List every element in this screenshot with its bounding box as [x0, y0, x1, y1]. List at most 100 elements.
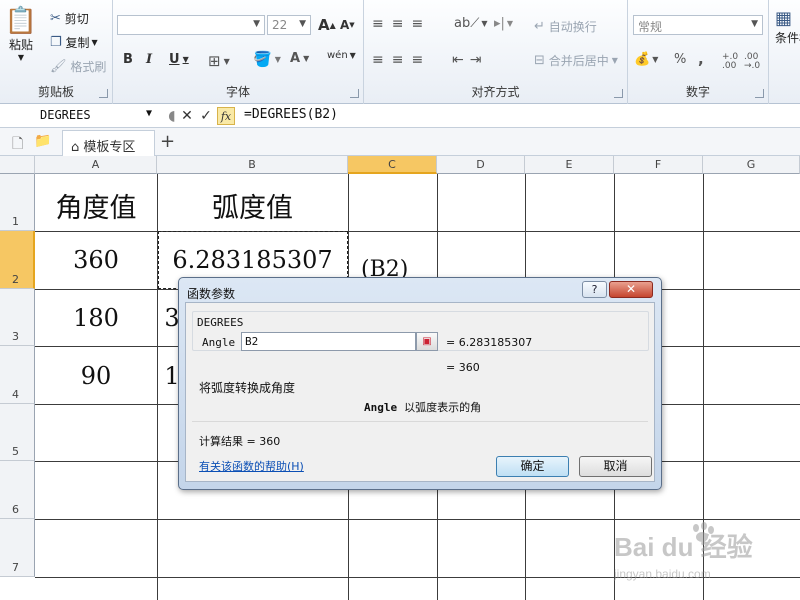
copy-button[interactable]: ❐ 复制 ▼: [50, 34, 98, 51]
row-header-2[interactable]: 2: [0, 231, 35, 289]
cell-a4[interactable]: 90: [35, 362, 157, 390]
number-format-value: 常规: [638, 20, 663, 34]
italic-icon: I: [146, 52, 153, 67]
border-grid-icon: ⊞: [208, 52, 221, 70]
comma-icon: ,: [698, 50, 704, 68]
dialog-launcher-icon[interactable]: [99, 89, 108, 98]
chevron-down-icon: ▼: [506, 19, 514, 28]
percent-button[interactable]: %: [674, 52, 686, 67]
dialog-launcher-icon[interactable]: [614, 89, 623, 98]
range-select-icon: ▣: [422, 336, 432, 347]
function-help-link[interactable]: 有关该函数的帮助(H): [199, 458, 304, 474]
grow-font-button[interactable]: A ▲: [318, 16, 336, 34]
underline-button[interactable]: U ▼: [169, 52, 189, 67]
orientation-button[interactable]: ab⟋ ▼: [454, 16, 487, 31]
select-all-corner[interactable]: [0, 156, 35, 174]
row-header-1[interactable]: 1: [0, 174, 35, 231]
fill-color-button[interactable]: 🪣 ▼: [253, 50, 281, 68]
bold-button[interactable]: B: [123, 52, 133, 67]
vertical-align-buttons[interactable]: ≡ ≡ ≡: [372, 16, 431, 32]
shrink-font-button[interactable]: A ▼: [340, 18, 355, 32]
column-header-d[interactable]: D: [437, 156, 525, 174]
paste-button[interactable]: 📋 粘贴 ▼: [4, 6, 38, 62]
row-header-7[interactable]: 7: [0, 519, 35, 577]
decrease-decimal-button[interactable]: .00 →.0: [744, 53, 764, 71]
conditional-format-button[interactable]: ▦ 条件格式: [775, 8, 800, 46]
horizontal-align-buttons[interactable]: ≡ ≡ ≡: [372, 52, 431, 68]
baidu-jingyan-watermark: Bai du 经验 jingyan.baidu.com: [613, 522, 753, 581]
cell-a1[interactable]: 角度值: [35, 186, 157, 225]
comma-button[interactable]: ,: [698, 50, 704, 68]
range-selector-button[interactable]: ▣: [416, 332, 438, 351]
column-label: E: [565, 158, 573, 171]
cancel-icon: ✕: [181, 108, 193, 124]
cell-b1[interactable]: 弧度值: [157, 186, 348, 225]
row-label: 4: [12, 388, 19, 401]
cell-a3[interactable]: 180: [35, 304, 157, 332]
increase-decimal-button[interactable]: +.0 .00: [722, 53, 742, 71]
number-format-combo[interactable]: 常规 ▼: [633, 15, 763, 35]
phonetic-button[interactable]: wén ▼: [327, 50, 356, 61]
font-group-label: 字体: [225, 85, 250, 99]
wrap-text-button[interactable]: ↵ 自动换行: [534, 18, 597, 35]
percent-icon: %: [674, 52, 687, 67]
formula-input[interactable]: =DEGREES(B2): [244, 107, 338, 122]
column-header-a[interactable]: A: [35, 156, 157, 174]
row-header-3[interactable]: 3: [0, 289, 35, 346]
clipboard-group-label: 剪贴板: [37, 85, 74, 99]
add-tab-button[interactable]: +: [160, 131, 175, 152]
cut-button[interactable]: ✂ 剪切: [50, 10, 89, 27]
paint-bucket-icon: 🪣: [253, 50, 272, 68]
ok-button[interactable]: 确定: [496, 456, 569, 477]
italic-button[interactable]: I: [146, 52, 152, 67]
font-size-combo[interactable]: 22 ▼: [267, 15, 311, 35]
function-name: DEGREES: [197, 316, 244, 329]
folder-icon[interactable]: 📁: [34, 133, 51, 149]
dialog-help-button[interactable]: ?: [582, 281, 607, 298]
row-header-5[interactable]: 5: [0, 404, 35, 461]
conditional-format-icon: ▦: [775, 8, 793, 29]
cancel-button[interactable]: 取消: [579, 456, 652, 477]
font-name-combo[interactable]: ▼: [117, 15, 265, 35]
rtl-button[interactable]: ▸| ▼: [494, 16, 513, 31]
format-painter-button[interactable]: 🖌 格式刷: [50, 58, 106, 75]
row-header-6[interactable]: 6: [0, 461, 35, 519]
calculation-result: 计算结果 = 360: [199, 435, 281, 448]
column-header-e[interactable]: E: [525, 156, 614, 174]
row-label: 5: [12, 445, 19, 458]
border-button[interactable]: ⊞ ▼: [208, 52, 230, 70]
font-color-button[interactable]: A ▼: [290, 51, 309, 66]
insert-function-button[interactable]: fx: [217, 107, 235, 125]
currency-button[interactable]: 💰 ▼: [634, 52, 658, 67]
column-header-b[interactable]: B: [157, 156, 348, 174]
decrease-indent-icon: ⇤: [452, 52, 470, 68]
chevron-down-icon: ▼: [223, 56, 230, 66]
bold-icon: B: [123, 52, 133, 67]
scissors-icon: ✂: [50, 11, 61, 26]
column-header-g[interactable]: G: [703, 156, 800, 174]
name-box[interactable]: DEGREES ▼: [4, 106, 154, 126]
new-document-icon[interactable]: 🗋: [12, 133, 23, 157]
function-description: 将弧度转换成角度: [199, 381, 296, 395]
chevron-down-icon: ▼: [481, 19, 488, 28]
chevron-down-icon: ▼: [299, 19, 306, 29]
conditional-format-label: 条件格式: [775, 31, 800, 45]
merge-center-button[interactable]: ⊟ 合并后居中 ▼: [534, 52, 618, 69]
dialog-launcher-icon[interactable]: [350, 89, 359, 98]
column-label: F: [654, 158, 662, 171]
tab-template-zone[interactable]: ⌂ 模板专区: [62, 130, 155, 156]
cancel-formula-button[interactable]: ✕: [178, 107, 196, 125]
cell-a2[interactable]: 360: [35, 246, 157, 274]
indent-buttons[interactable]: ⇤ ⇥: [452, 52, 487, 68]
column-header-f[interactable]: F: [614, 156, 703, 174]
font-group: ▼ 22 ▼ A ▲ A ▼ B I U ▼ ⊞ ▼ 🪣 ▼ A ▼ wén ▼…: [113, 0, 364, 104]
column-header-c[interactable]: C: [348, 156, 437, 174]
dialog-close-button[interactable]: ✕: [609, 281, 653, 298]
row-header-4[interactable]: 4: [0, 346, 35, 404]
enter-formula-button[interactable]: ✓: [197, 107, 215, 125]
chevron-down-icon: ▼: [652, 55, 659, 64]
angle-argument-input[interactable]: B2: [241, 332, 416, 351]
argument-description: Angle 以弧度表示的角: [364, 399, 481, 415]
clipboard-icon: 📋: [4, 6, 38, 36]
dialog-launcher-icon[interactable]: [755, 89, 764, 98]
